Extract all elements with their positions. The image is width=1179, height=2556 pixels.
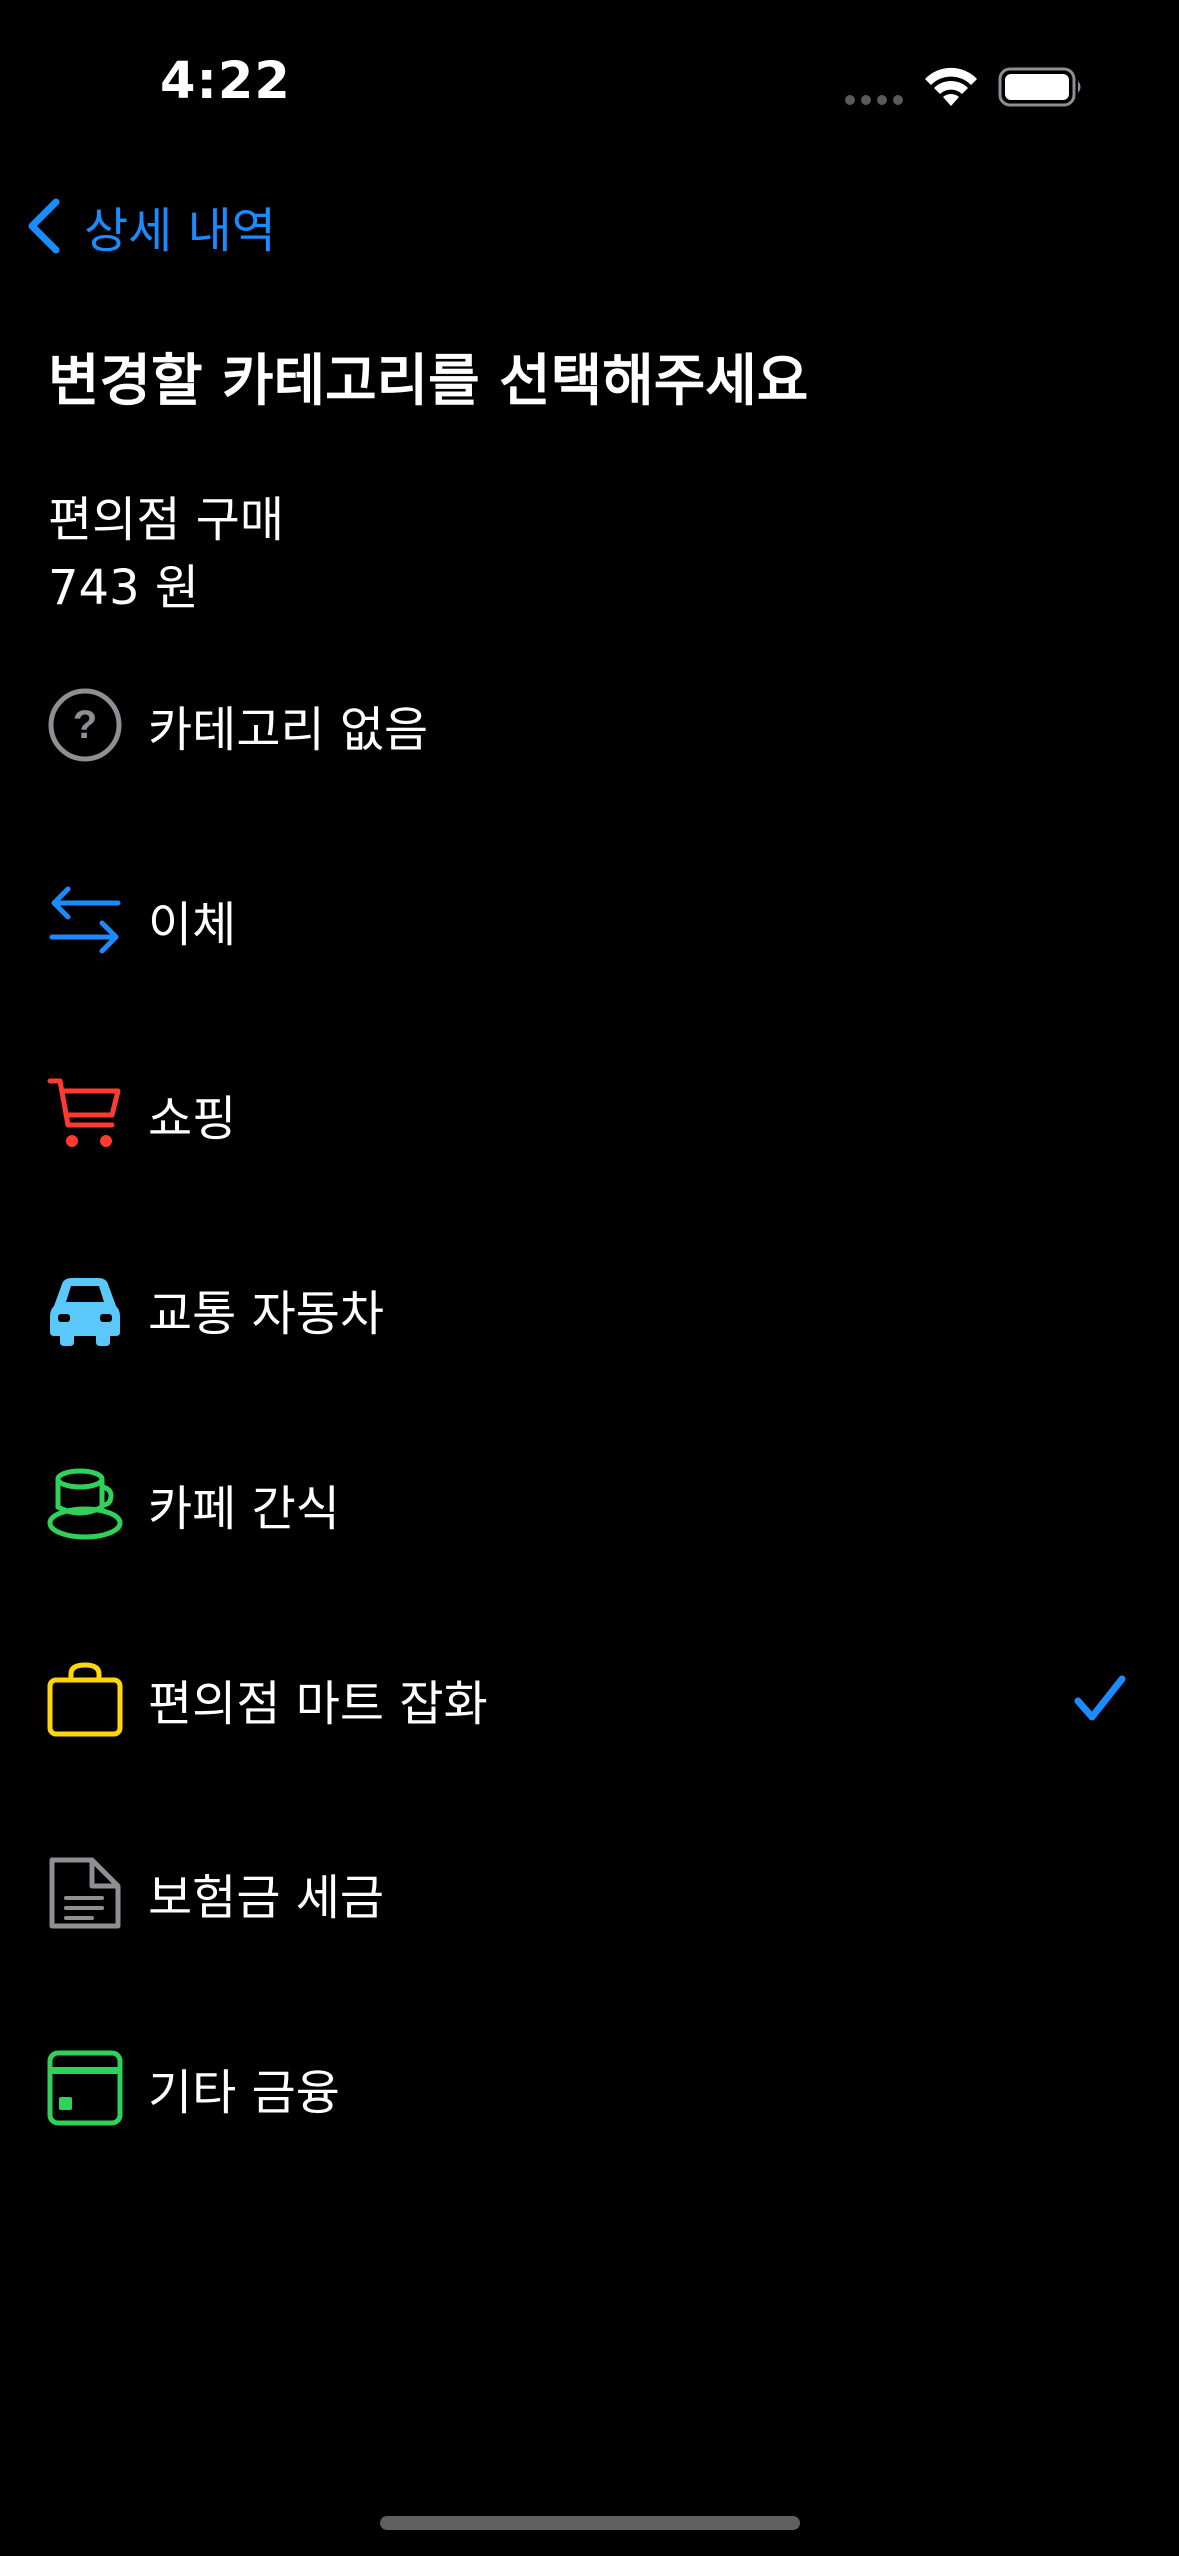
category-label: 교통 자동차	[148, 1286, 385, 1342]
category-row-insurance-tax[interactable]: 보험금 세금	[0, 1818, 1179, 1968]
category-row-shopping[interactable]: 쇼핑	[0, 1039, 1179, 1189]
document-icon	[49, 1857, 121, 1929]
category-row-cafe[interactable]: 카페 간식	[0, 1429, 1179, 1579]
category-row-transfer[interactable]: 이체	[0, 845, 1179, 995]
home-indicator[interactable]	[380, 2516, 800, 2530]
question-circle-icon: ?	[48, 688, 122, 762]
category-row-convenience-store[interactable]: 편의점 마트 잡화	[0, 1624, 1179, 1774]
checkmark-icon	[1074, 1675, 1126, 1721]
category-label: 보험금 세금	[148, 1870, 385, 1926]
category-row-none[interactable]: ? 카테고리 없음	[0, 650, 1179, 800]
screen: 4:22 상세 내역 변경할 카테고리를 선택해주세요 편의점 구매 743 원…	[0, 0, 1179, 2556]
category-label: 카테고리 없음	[148, 702, 429, 758]
category-label: 이체	[148, 897, 237, 953]
category-label: 카페 간식	[148, 1481, 340, 1537]
car-icon	[50, 1278, 120, 1346]
back-button[interactable]: 상세 내역	[24, 188, 276, 264]
back-label: 상세 내역	[84, 203, 276, 259]
chevron-left-icon	[28, 198, 60, 254]
category-row-other-finance[interactable]: 기타 금융	[0, 2013, 1179, 2163]
transfer-arrows-icon	[49, 886, 121, 954]
shopping-bag-icon	[47, 1662, 123, 1737]
transaction-name: 편의점 구매	[48, 492, 285, 548]
category-row-transport[interactable]: 교통 자동차	[0, 1234, 1179, 1384]
card-icon	[47, 2050, 123, 2126]
wifi-icon	[925, 67, 977, 106]
status-time: 4:22	[160, 52, 291, 111]
page-title: 변경할 카테고리를 선택해주세요	[48, 349, 809, 414]
battery-icon	[998, 67, 1081, 107]
category-label: 기타 금융	[148, 2065, 340, 2121]
svg-text:?: ?	[73, 703, 97, 747]
shopping-cart-icon	[47, 1078, 121, 1147]
cellular-signal-icon	[845, 95, 903, 105]
category-label: 쇼핑	[148, 1091, 237, 1147]
category-label: 편의점 마트 잡화	[148, 1676, 488, 1732]
coffee-cup-icon	[47, 1468, 123, 1540]
transaction-amount: 743 원	[48, 560, 200, 616]
